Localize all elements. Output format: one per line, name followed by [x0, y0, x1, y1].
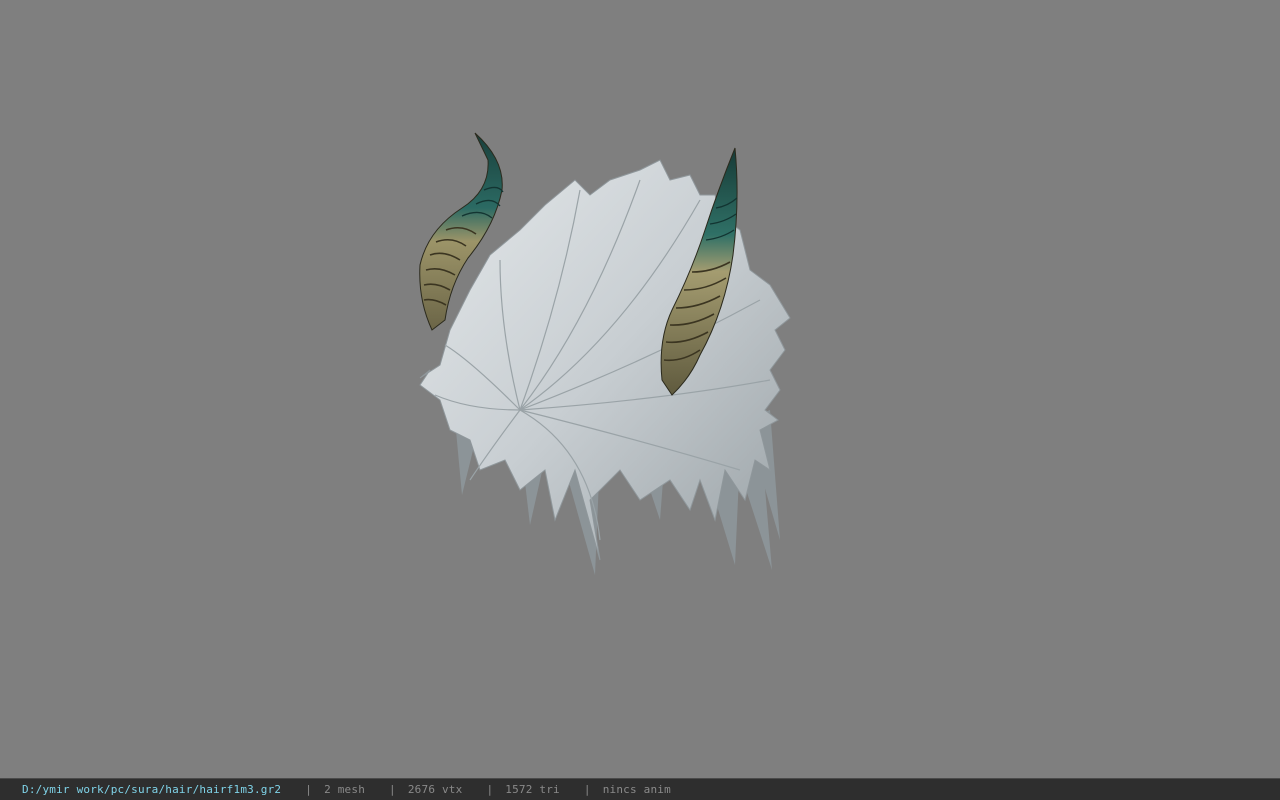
separator: | — [583, 783, 591, 796]
triangle-count: 1572 tri — [505, 783, 560, 796]
mesh-count: 2 mesh — [324, 783, 366, 796]
file-path: D:/ymir work/pc/sura/hair/hairf1m3.gr2 — [22, 783, 282, 796]
separator: | — [389, 783, 396, 796]
animation-status: nincs anim — [602, 783, 671, 796]
3d-viewport[interactable] — [0, 0, 1280, 778]
separator: | — [305, 783, 313, 796]
vertex-count: 2676 vtx — [407, 783, 463, 796]
status-bar: D:/ymir work/pc/sura/hair/hairf1m3.gr2 |… — [0, 778, 1280, 800]
hair-model-render — [419, 132, 791, 575]
separator: | — [486, 783, 494, 796]
